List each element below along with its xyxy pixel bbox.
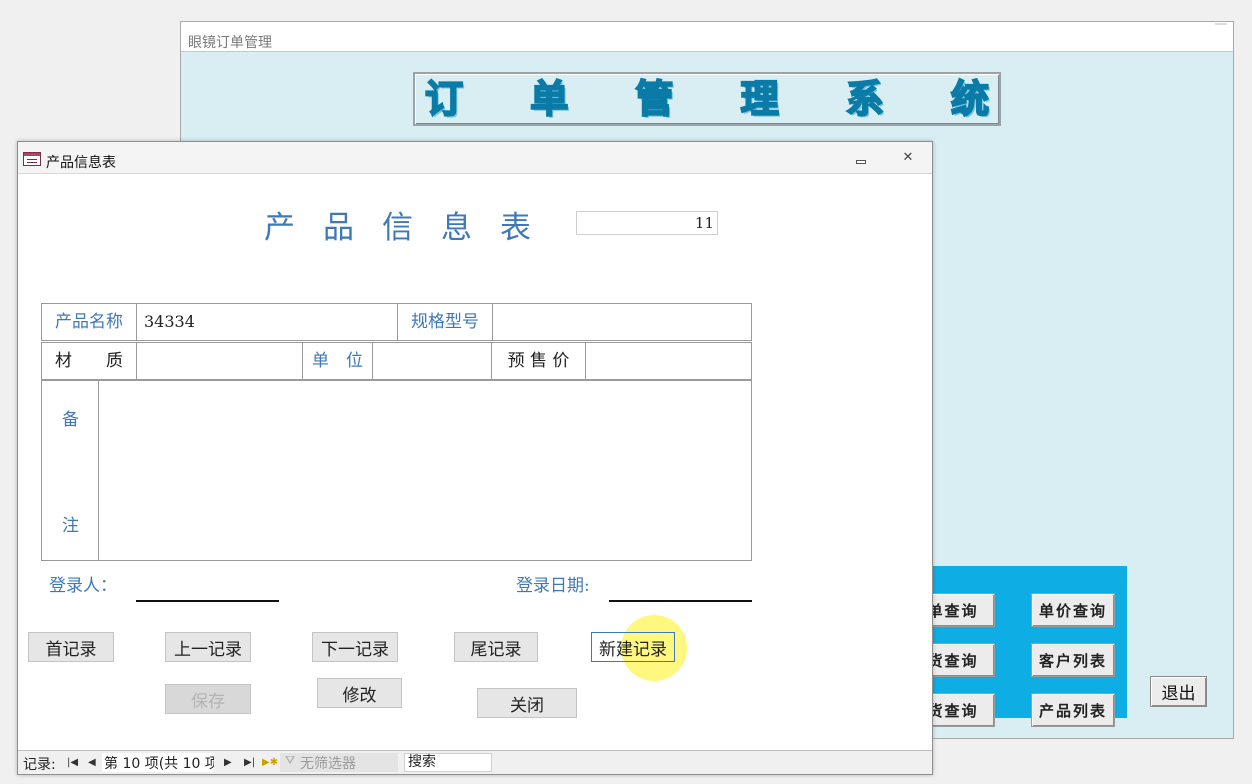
banner-char: 系 — [845, 76, 885, 121]
date-field[interactable] — [609, 600, 752, 602]
form-heading: 产品信息表 — [264, 210, 559, 246]
material-input[interactable] — [136, 342, 303, 380]
unit-input[interactable] — [372, 342, 492, 380]
close-form-button[interactable]: 关闭 — [477, 688, 577, 718]
unit-label: 单 位 — [302, 342, 373, 380]
first-record-nav-icon[interactable]: |◀ — [67, 757, 78, 768]
edit-button[interactable]: 修改 — [317, 678, 402, 708]
registrant-label: 登录人： — [49, 576, 117, 596]
product-list-button[interactable]: 产品列表 — [1031, 693, 1115, 727]
form-titlebar: 产品信息表 ✕ — [18, 142, 932, 174]
first-record-button[interactable]: 首记录 — [28, 632, 114, 662]
previous-record-button[interactable]: 上一记录 — [165, 632, 251, 662]
spec-label: 规格型号 — [397, 303, 493, 341]
main-app-titlebar: 眼镜订单管理 — [181, 22, 1233, 52]
prev-record-nav-icon[interactable]: ◀ — [88, 757, 96, 768]
customer-list-button[interactable]: 客户列表 — [1031, 643, 1115, 677]
search-input[interactable]: 搜索 — [404, 753, 492, 772]
filter-toggle[interactable]: ⛛ 无筛选器 — [280, 753, 398, 772]
minimize-icon[interactable] — [856, 160, 866, 164]
filter-label: 无筛选器 — [300, 756, 356, 772]
menu-button-panel: 单查询 单价查询 货查询 客户列表 货查询 产品列表 — [911, 566, 1127, 727]
records-label: 记录: — [23, 757, 56, 773]
unit-price-query-button[interactable]: 单价查询 — [1031, 593, 1115, 627]
product-name-label: 产品名称 — [41, 303, 137, 341]
remarks-label-top: 备 — [62, 410, 79, 430]
product-info-form-window: 产品信息表 ✕ 产品信息表 11 产品名称 34334 规格型号 材 质 单 位… — [17, 141, 933, 775]
system-title-banner: 订 单 管 理 系 统 — [413, 72, 1001, 126]
banner-char: 理 — [740, 76, 780, 121]
last-record-button[interactable]: 尾记录 — [454, 632, 538, 662]
filter-icon: ⛛ — [285, 753, 296, 767]
next-record-nav-icon[interactable]: ▶ — [224, 757, 232, 768]
form-window-title: 产品信息表 — [46, 155, 116, 171]
new-record-button[interactable]: 新建记录 — [591, 632, 675, 662]
product-name-input[interactable]: 34334 — [136, 303, 398, 341]
window-edge-icon — [1215, 23, 1227, 25]
record-navigation-bar: 记录: |◀ ◀ 第 10 项(共 10 项 ▶ ▶| ▶✱ ⛛ 无筛选器 搜索 — [18, 750, 932, 774]
last-record-nav-icon[interactable]: ▶| — [244, 757, 255, 768]
form-icon — [23, 152, 41, 166]
banner-char: 订 — [424, 76, 464, 121]
banner-char: 管 — [634, 76, 674, 121]
record-id-field[interactable]: 11 — [576, 211, 718, 235]
close-icon[interactable]: ✕ — [901, 151, 915, 164]
material-label: 材 质 — [41, 342, 137, 380]
banner-char: 单 — [529, 76, 569, 121]
remarks-input[interactable] — [98, 380, 752, 561]
date-label: 登录日期: — [516, 576, 590, 596]
exit-button[interactable]: 退出 — [1150, 676, 1207, 707]
new-record-nav-icon[interactable]: ▶✱ — [262, 757, 278, 768]
remarks-label-bottom: 注 — [62, 516, 79, 536]
next-record-button[interactable]: 下一记录 — [312, 632, 398, 662]
main-app-title: 眼镜订单管理 — [188, 35, 272, 51]
banner-char: 统 — [950, 76, 990, 121]
spec-input[interactable] — [492, 303, 752, 341]
presale-price-label: 预 售 价 — [491, 342, 586, 380]
save-button[interactable]: 保存 — [165, 684, 251, 714]
current-record-box[interactable]: 第 10 项(共 10 项 — [102, 753, 214, 772]
presale-price-input[interactable] — [585, 342, 752, 380]
remarks-label-box: 备 注 — [41, 380, 99, 561]
registrant-field[interactable] — [136, 600, 279, 602]
